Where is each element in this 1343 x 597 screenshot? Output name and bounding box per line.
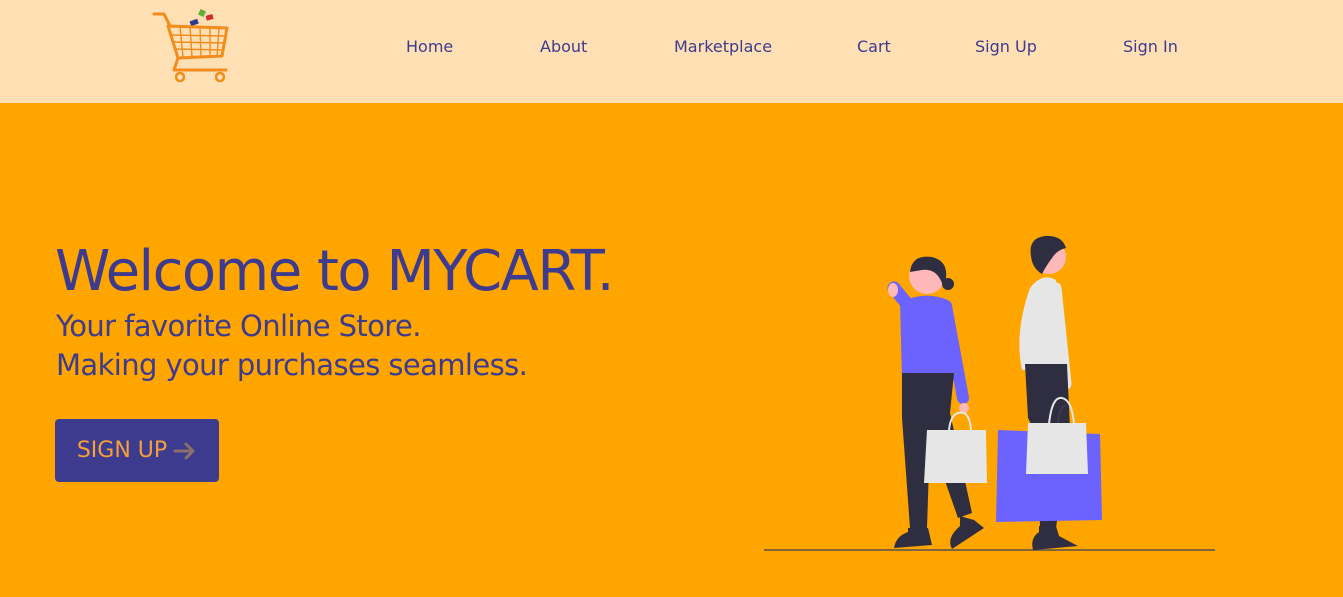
- nav-item-cart[interactable]: Cart: [857, 37, 891, 56]
- nav-item-marketplace[interactable]: Marketplace: [674, 37, 772, 56]
- sign-up-button-label: SIGN UP: [76, 438, 168, 463]
- shopping-cart-icon[interactable]: [150, 6, 232, 84]
- nav-item-about[interactable]: About: [540, 37, 587, 56]
- sign-up-button[interactable]: SIGN UP: [55, 419, 219, 482]
- nav-item-sign-up[interactable]: Sign Up: [975, 37, 1037, 56]
- hero-subtitle-line1: Your favorite Online Store.: [56, 309, 421, 343]
- nav-item-sign-in[interactable]: Sign In: [1123, 37, 1178, 56]
- hero-title: Welcome to MYCART.: [55, 239, 615, 304]
- arrow-right-icon: [173, 442, 195, 459]
- hero-subtitle-line2: Making your purchases seamless.: [56, 348, 528, 382]
- navbar: Home About Marketplace Cart Sign Up Sign…: [0, 0, 1343, 103]
- shoppers-with-bags-illustration: [764, 235, 1215, 551]
- nav-item-home[interactable]: Home: [406, 37, 453, 56]
